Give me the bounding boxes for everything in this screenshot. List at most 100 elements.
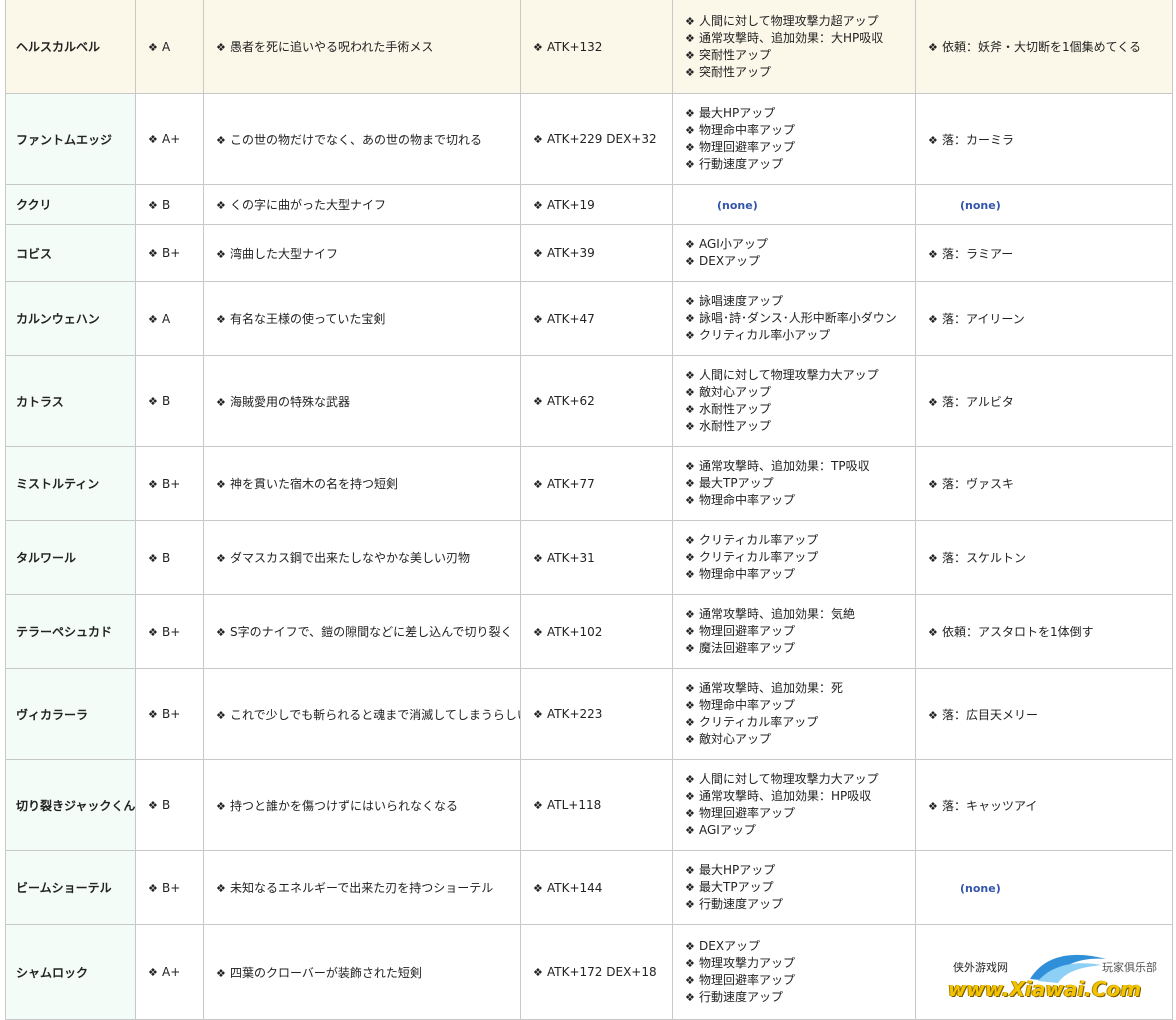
effect-item: ❖ 物理命中率アップ [685, 122, 915, 139]
weapon-name: タルワール [16, 551, 77, 565]
description-text: 愚者を死に追いやる呪われた手術メス [230, 40, 434, 54]
table-row: カルンウェハン ❖ A ❖ 有名な王様の使っていた宝剣 ❖ ATK+47 ❖ 詠唱速度アップ ❖ 詠… [5, 281, 1173, 356]
weapon-name-cell: ファントムエッジ [5, 93, 136, 185]
bullet-icon: ❖ [148, 881, 158, 895]
description-cell: ❖ これで少しでも斬られると魂まで消滅してしまうらしい [203, 668, 521, 760]
bullet-icon: ❖ [216, 247, 226, 261]
stat-value: ATL+118 [547, 798, 602, 812]
effect-item: ❖ AGIアップ [685, 822, 915, 839]
bullet-icon: ❖ [928, 313, 938, 326]
bullet-icon: ❖ [148, 247, 158, 260]
rank-value: B+ [162, 624, 181, 639]
effect-text: 水耐性アップ [699, 419, 772, 433]
effect-text: 物理回避率アップ [699, 140, 796, 154]
stat-cell: ❖ ATK+47 [520, 281, 673, 356]
effect-text: 物理回避率アップ [699, 624, 796, 638]
effects-cell: ❖ DEXアップ ❖ 物理攻撃力アップ ❖ 物理回避率アップ ❖ 行動速度アップ [672, 924, 916, 1020]
stat-cell: ❖ ATK+229 DEX+32 [520, 93, 673, 185]
description-cell: ❖ 湾曲した大型ナイフ [203, 224, 521, 282]
bullet-icon: ❖ [685, 238, 695, 251]
weapon-name: カトラス [16, 394, 64, 409]
description-cell: ❖ ダマスカス鋼で出来たしなやかな美しい刃物 [203, 520, 521, 595]
bullet-icon: ❖ [685, 940, 695, 953]
bullet-icon: ❖ [148, 799, 158, 812]
bullet-icon: ❖ [216, 882, 226, 895]
rank-cell: ❖ B+ [135, 668, 204, 760]
source-text: 依頼：妖斧・大切断を1個集めてくる [942, 40, 1142, 54]
bullet-icon: ❖ [148, 395, 158, 408]
effect-item: ❖ 詠唱･詩･ダンス･人形中断率小ダウン [685, 310, 915, 327]
bullet-icon: ❖ [685, 642, 695, 655]
source-cell: ❖ 依頼：妖斧・大切断を1個集めてくる [915, 0, 1173, 94]
weapon-table: ヘルスカルベル ❖ A ❖ 愚者を死に追いやる呪われた手術メス ❖ ATK+132 ❖ 人間に対… [5, 0, 1173, 1020]
bullet-icon: ❖ [685, 255, 695, 268]
bullet-icon: ❖ [685, 460, 695, 473]
description-cell: ❖ 四葉のクローバーが装飾された短剣 [203, 924, 521, 1020]
bullet-icon: ❖ [533, 312, 543, 326]
bullet-icon: ❖ [533, 133, 543, 146]
bullet-icon: ❖ [685, 824, 695, 837]
source-cell: ❖ 落：カーミラ [915, 93, 1173, 185]
table-row: テラーペシュカド ❖ B+ ❖ S字のナイフで、鎧の隙間などに差し込んで切り裂く ❖ ATK… [5, 594, 1173, 669]
weapon-name: 切り裂きジャックくん [16, 798, 136, 813]
effect-item: ❖ 物理攻撃力アップ [685, 955, 915, 972]
bullet-icon: ❖ [685, 386, 695, 399]
stat-value: ATK+144 [547, 880, 603, 895]
bullet-icon: ❖ [928, 395, 938, 409]
bullet-icon: ❖ [685, 403, 695, 416]
rank-value: B [162, 197, 171, 212]
source-cell: ❖ 落：アイリーン [915, 281, 1173, 356]
bullet-icon: ❖ [533, 881, 543, 895]
weapon-name: ヘルスカルベル [16, 40, 101, 54]
stat-cell: ❖ ATK+132 [520, 0, 673, 94]
rank-value: A [162, 311, 171, 326]
effect-item: ❖ 物理回避率アップ [685, 805, 915, 822]
effect-item: ❖ 通常攻撃時、追加効果：死 [685, 680, 915, 697]
weapon-name-cell: 切り裂きジャックくん [5, 759, 136, 851]
effect-item: ❖ 物理回避率アップ [685, 139, 915, 156]
source-cell: ❖ 依頼：アスタロトを1体倒す [915, 594, 1173, 669]
description-text: 有名な王様の使っていた宝剣 [230, 312, 386, 326]
weapon-name-cell: ミストルティン [5, 446, 136, 521]
rank-value: B [162, 550, 171, 565]
stat-value: ATK+19 [547, 197, 595, 212]
table-row: ヘルスカルベル ❖ A ❖ 愚者を死に追いやる呪われた手術メス ❖ ATK+132 ❖ 人間に対… [5, 0, 1173, 94]
stat-value: ATK+62 [547, 394, 595, 408]
bullet-icon: ❖ [216, 799, 226, 813]
stat-cell: ❖ ATK+39 [520, 224, 673, 282]
rank-cell: ❖ A+ [135, 924, 204, 1020]
bullet-icon: ❖ [533, 198, 543, 212]
bullet-icon: ❖ [685, 295, 695, 308]
weapon-name: テラーペシュカド [16, 625, 113, 639]
bullet-icon: ❖ [216, 478, 226, 491]
source-cell: ❖ 落：ラミアー [915, 224, 1173, 282]
description-text: ダマスカス鋼で出来たしなやかな美しい刃物 [230, 551, 471, 565]
bullet-icon: ❖ [148, 551, 158, 565]
effect-item: ❖ 最大HPアップ [685, 105, 915, 122]
effect-item: ❖ 魔法回避率アップ [685, 640, 915, 657]
effect-text: 魔法回避率アップ [699, 641, 796, 655]
effect-item: ❖ 通常攻撃時、追加効果：大HP吸収 [685, 30, 915, 47]
bullet-icon: ❖ [928, 552, 938, 565]
watermark-club-name: 玩家俱乐部 [1102, 961, 1157, 974]
effect-item: ❖ クリティカル率アップ [685, 714, 915, 731]
description-cell: ❖ 神を貫いた宿木の名を持つ短剣 [203, 446, 521, 521]
effect-item: ❖ 最大TPアップ [685, 879, 915, 896]
source-cell: ❖ 落：アルビタ [915, 355, 1173, 447]
bullet-icon: ❖ [685, 14, 695, 28]
bullet-icon: ❖ [148, 312, 158, 326]
effect-text: 最大TPアップ [699, 880, 774, 894]
effect-text: 人間に対して物理攻撃力大アップ [699, 368, 879, 382]
weapon-name-cell: コビス [5, 224, 136, 282]
effects-cell: ❖ 最大HPアップ ❖ 物理命中率アップ ❖ 物理回避率アップ ❖ 行動速度アップ [672, 93, 916, 185]
description-text: S字のナイフで、鎧の隙間などに差し込んで切り裂く [230, 625, 513, 639]
weapon-name-cell: ビームショーテル [5, 850, 136, 925]
description-text: 海賊愛用の特殊な武器 [230, 394, 351, 409]
bullet-icon: ❖ [685, 957, 695, 970]
stat-value: ATK+31 [547, 550, 595, 565]
effect-item: ❖ 最大TPアップ [685, 475, 915, 492]
bullet-icon: ❖ [928, 799, 938, 813]
stat-cell: ❖ ATK+223 [520, 668, 673, 760]
table-row: ミストルティン ❖ B+ ❖ 神を貫いた宿木の名を持つ短剣 ❖ ATK+77 ❖ 通常攻撃時、追… [5, 446, 1173, 521]
bullet-icon: ❖ [685, 807, 695, 820]
